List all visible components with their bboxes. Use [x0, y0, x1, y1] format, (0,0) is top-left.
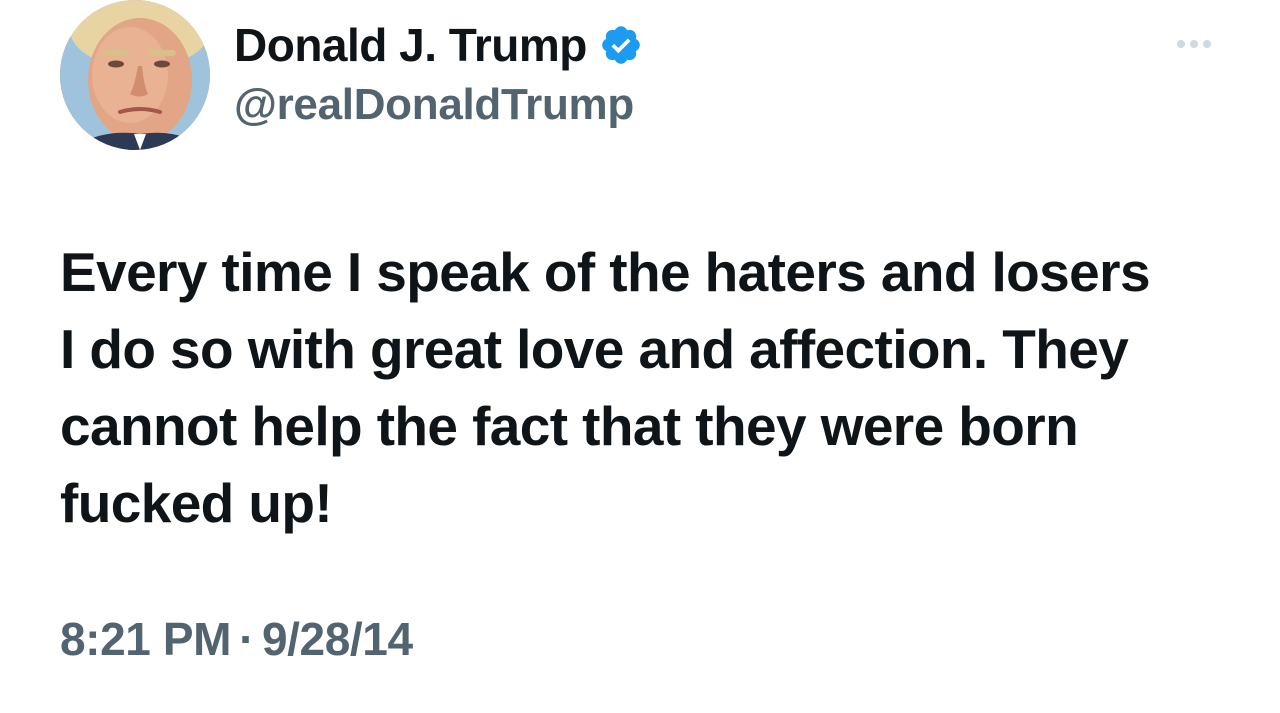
timestamp-separator: · — [239, 613, 254, 665]
author-name-row: Donald J. Trump — [234, 12, 643, 78]
tweet-card: Donald J. Trump @realDonaldTrump Every t… — [0, 0, 1280, 713]
tweet-time: 8:21 PM — [60, 613, 232, 665]
more-options-button[interactable] — [1170, 30, 1218, 58]
display-name[interactable]: Donald J. Trump — [234, 18, 587, 72]
more-options-icon — [1203, 40, 1211, 48]
profile-photo — [60, 0, 210, 150]
verified-badge-icon — [599, 23, 643, 67]
tweet-text: Every time I speak of the haters and los… — [60, 241, 1151, 534]
more-options-icon — [1190, 40, 1198, 48]
tweet-date: 9/28/14 — [261, 613, 413, 665]
avatar[interactable] — [60, 0, 210, 150]
author-handle[interactable]: @realDonaldTrump — [234, 80, 634, 130]
tweet-timestamp[interactable]: 8:21 PM · 9/28/14 — [60, 612, 413, 666]
more-options-icon — [1177, 40, 1185, 48]
